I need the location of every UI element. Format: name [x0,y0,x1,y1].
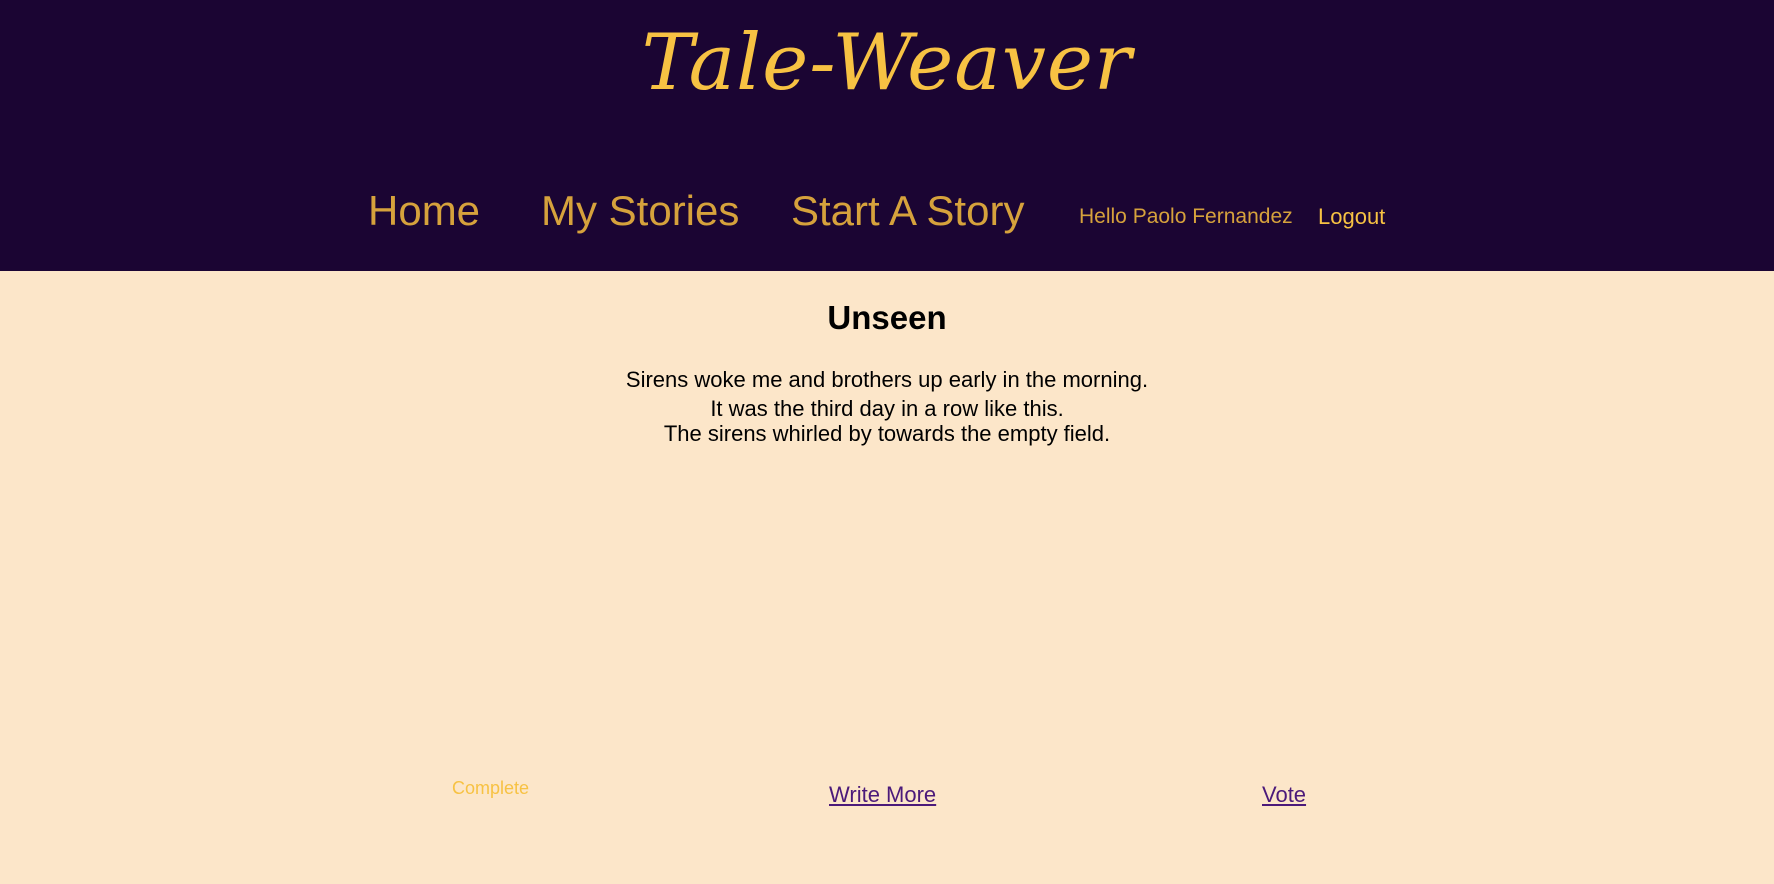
story-title: Unseen [827,299,947,336]
story-status-complete: Complete [452,778,530,798]
story-line: Sirens woke me and brothers up early in … [625,367,1149,392]
user-greeting: Hello Paolo Fernandez [1079,205,1293,228]
story-line: It was the third day in a row like this. [710,396,1064,421]
logout-link[interactable]: Logout [1318,201,1385,233]
story-line: The sirens whirled by towards the empty … [663,421,1111,446]
site-header: Tale-Weaver Home My Stories Start A Stor… [0,0,1774,271]
vote-link[interactable]: Vote [1262,780,1306,810]
write-more-link[interactable]: Write More [829,780,936,810]
nav-home-link[interactable]: Home [368,181,480,241]
nav-start-story-link[interactable]: Start A Story [791,181,1024,241]
nav-my-stories-link[interactable]: My Stories [541,181,739,241]
site-logo[interactable]: Tale-Weaver [0,8,1774,118]
